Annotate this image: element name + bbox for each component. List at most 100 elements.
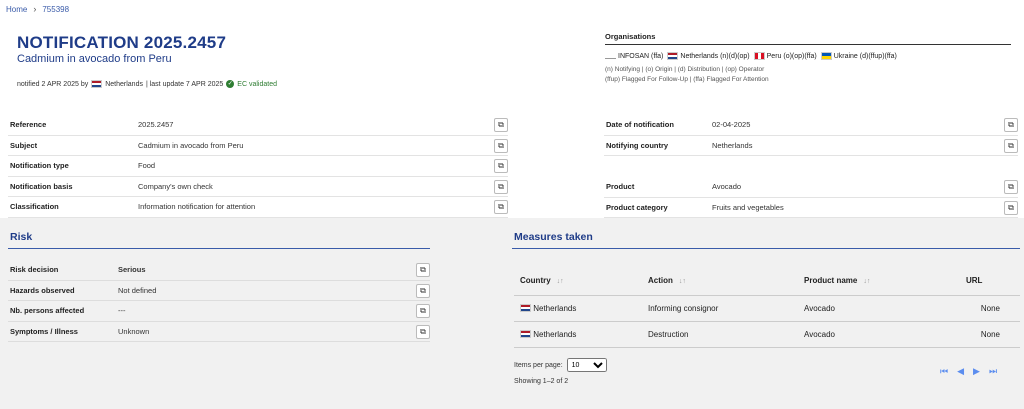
- organisation-item: INFOSAN (ffa): [605, 53, 663, 60]
- sort-icon[interactable]: ↓↑: [679, 278, 686, 285]
- legend-line: (ffup) Flagged For Follow-Up | (ffa) Fla…: [605, 76, 769, 83]
- risk-row: Symptoms / Illness Unknown ⧉: [8, 322, 430, 342]
- organisation-label: Peru (o)(op)(ffa): [766, 52, 817, 60]
- risk-key: Symptoms / Illness: [10, 326, 78, 336]
- detail-key: Reference: [10, 120, 47, 130]
- cell-product: Avocado: [798, 321, 960, 348]
- details-right-bottom: Product Avocado ⧉ Product category Fruit…: [604, 177, 1018, 218]
- organisation-label: INFOSAN (ffa): [618, 52, 664, 60]
- first-page-icon[interactable]: ⏮: [940, 366, 948, 377]
- organisations-title: Organisations: [605, 32, 1011, 45]
- column-header-url: URL: [960, 266, 1020, 296]
- organisation-item: Ukraine (d)(ffup)(ffa): [820, 52, 897, 60]
- copy-icon[interactable]: ⧉: [416, 324, 430, 339]
- pagination-nav: ⏮ ◀ ▶ ⏭: [940, 366, 997, 377]
- detail-key: Product category: [606, 202, 668, 212]
- organisation-item: Peru (o)(op)(ffa): [753, 52, 817, 60]
- items-per-page-select[interactable]: 10: [566, 358, 607, 372]
- netherlands-flag-icon: [91, 80, 103, 88]
- copy-icon[interactable]: ⧉: [494, 200, 508, 214]
- items-per-page-label: Items per page:: [514, 361, 563, 369]
- breadcrumb-id[interactable]: 755398: [42, 5, 69, 14]
- detail-row-product: Product Avocado ⧉: [604, 177, 1018, 198]
- cell-country: Netherlands: [514, 321, 642, 348]
- risk-row: Nb. persons affected --- ⧉: [8, 301, 430, 322]
- detail-key: Notifying country: [606, 140, 669, 150]
- notified-date: notified 2 APR 2025 by: [17, 80, 89, 88]
- detail-row-notification-type: Notification type Food ⧉: [8, 156, 508, 177]
- risk-key: Risk decision: [10, 265, 59, 275]
- cell-url: None: [960, 295, 1020, 322]
- copy-icon[interactable]: ⧉: [416, 304, 430, 318]
- legend-line: (n) Notifying | (o) Origin | (d) Distrib…: [605, 66, 765, 73]
- detail-row-reference: Reference 2025.2457 ⧉: [8, 115, 508, 136]
- notified-country: Netherlands: [105, 80, 143, 88]
- peru-flag-icon: [753, 52, 765, 60]
- previous-page-icon[interactable]: ◀: [957, 366, 964, 377]
- risk-key: Hazards observed: [10, 285, 75, 295]
- detail-key: Notification type: [10, 161, 69, 171]
- risk-value: Unknown: [118, 326, 150, 336]
- sort-icon[interactable]: ↓↑: [557, 278, 564, 285]
- detail-value: Cadmium in avocado from Peru: [138, 140, 244, 150]
- last-update: | last update 7 APR 2025: [145, 80, 224, 88]
- pagination: Items per page: 10 Showing 1–2 of 2: [514, 358, 607, 385]
- breadcrumb-home[interactable]: Home: [6, 5, 27, 14]
- detail-value: Netherlands: [712, 140, 753, 150]
- copy-icon[interactable]: ⧉: [1004, 138, 1018, 153]
- sort-icon[interactable]: ↓↑: [863, 278, 870, 285]
- detail-value: Fruits and vegetables: [712, 202, 784, 212]
- risk-value: Not defined: [118, 285, 157, 295]
- detail-value: Food: [138, 161, 156, 171]
- last-page-icon[interactable]: ⏭: [989, 366, 997, 377]
- page-subtitle: Cadmium in avocado from Peru: [17, 53, 172, 65]
- detail-key: Notification basis: [10, 181, 73, 191]
- detail-key: Classification: [10, 202, 59, 212]
- detail-row-notifying-country: Notifying country Netherlands ⧉: [604, 136, 1018, 156]
- copy-icon[interactable]: ⧉: [494, 159, 508, 173]
- detail-key: Date of notification: [606, 120, 674, 130]
- detail-value: Information notification for attention: [138, 202, 256, 212]
- measures-divider: [512, 248, 1020, 249]
- risk-row: Risk decision Serious ⧉: [8, 260, 430, 281]
- copy-icon[interactable]: ⧉: [494, 179, 508, 194]
- copy-icon[interactable]: ⧉: [1004, 180, 1018, 194]
- cell-product: Avocado: [798, 295, 960, 322]
- copy-icon[interactable]: ⧉: [416, 263, 430, 277]
- copy-icon[interactable]: ⧉: [494, 118, 508, 132]
- detail-value: Company's own check: [138, 181, 213, 191]
- validation-status: EC validated: [237, 80, 277, 88]
- showing-count: Showing 1–2 of 2: [514, 378, 569, 385]
- netherlands-flag-icon: [667, 52, 679, 60]
- chevron-right-icon: ›: [33, 4, 37, 14]
- risk-value: ---: [118, 306, 126, 316]
- detail-row-product-category: Product category Fruits and vegetables ⧉: [604, 198, 1018, 218]
- detail-key: Product: [606, 182, 635, 192]
- netherlands-flag-icon: [520, 330, 531, 339]
- breadcrumb: Home › 755398: [6, 4, 69, 14]
- page-title: NOTIFICATION 2025.2457: [17, 33, 227, 52]
- copy-icon[interactable]: ⧉: [1004, 200, 1018, 215]
- column-header-product-name[interactable]: Product name ↓↑: [798, 266, 960, 296]
- organisation-item: Netherlands (n)(d)(op): [667, 52, 750, 60]
- table-row: Netherlands Destruction Avocado None: [514, 321, 1020, 348]
- risk-title: Risk: [10, 231, 33, 243]
- measures-table: Country ↓↑ Action ↓↑ Product name ↓↑ URL Ne…: [514, 266, 1020, 348]
- risk-row: Hazards observed Not defined ⧉: [8, 281, 430, 301]
- organisations-list: INFOSAN (ffa) Netherlands (n)(d)(op) Per…: [605, 52, 1011, 60]
- copy-icon[interactable]: ⧉: [1004, 118, 1018, 132]
- detail-value: 02-04-2025: [712, 120, 751, 130]
- check-circle-icon: ✓: [226, 80, 235, 88]
- detail-row-date-of-notification: Date of notification 02-04-2025 ⧉: [604, 115, 1018, 136]
- details-right-top: Date of notification 02-04-2025 ⧉ Notify…: [604, 115, 1018, 156]
- column-header-action[interactable]: Action ↓↑: [642, 266, 798, 296]
- next-page-icon[interactable]: ▶: [973, 366, 980, 377]
- risk-table: Risk decision Serious ⧉ Hazards observed…: [8, 260, 430, 342]
- organisations-panel: Organisations INFOSAN (ffa) Netherlands …: [605, 32, 1011, 85]
- column-header-country[interactable]: Country ↓↑: [514, 266, 642, 296]
- copy-icon[interactable]: ⧉: [416, 283, 430, 298]
- cell-action: Destruction: [642, 321, 798, 348]
- detail-key: Subject: [10, 140, 38, 150]
- copy-icon[interactable]: ⧉: [494, 138, 508, 153]
- measures-title: Measures taken: [514, 231, 593, 243]
